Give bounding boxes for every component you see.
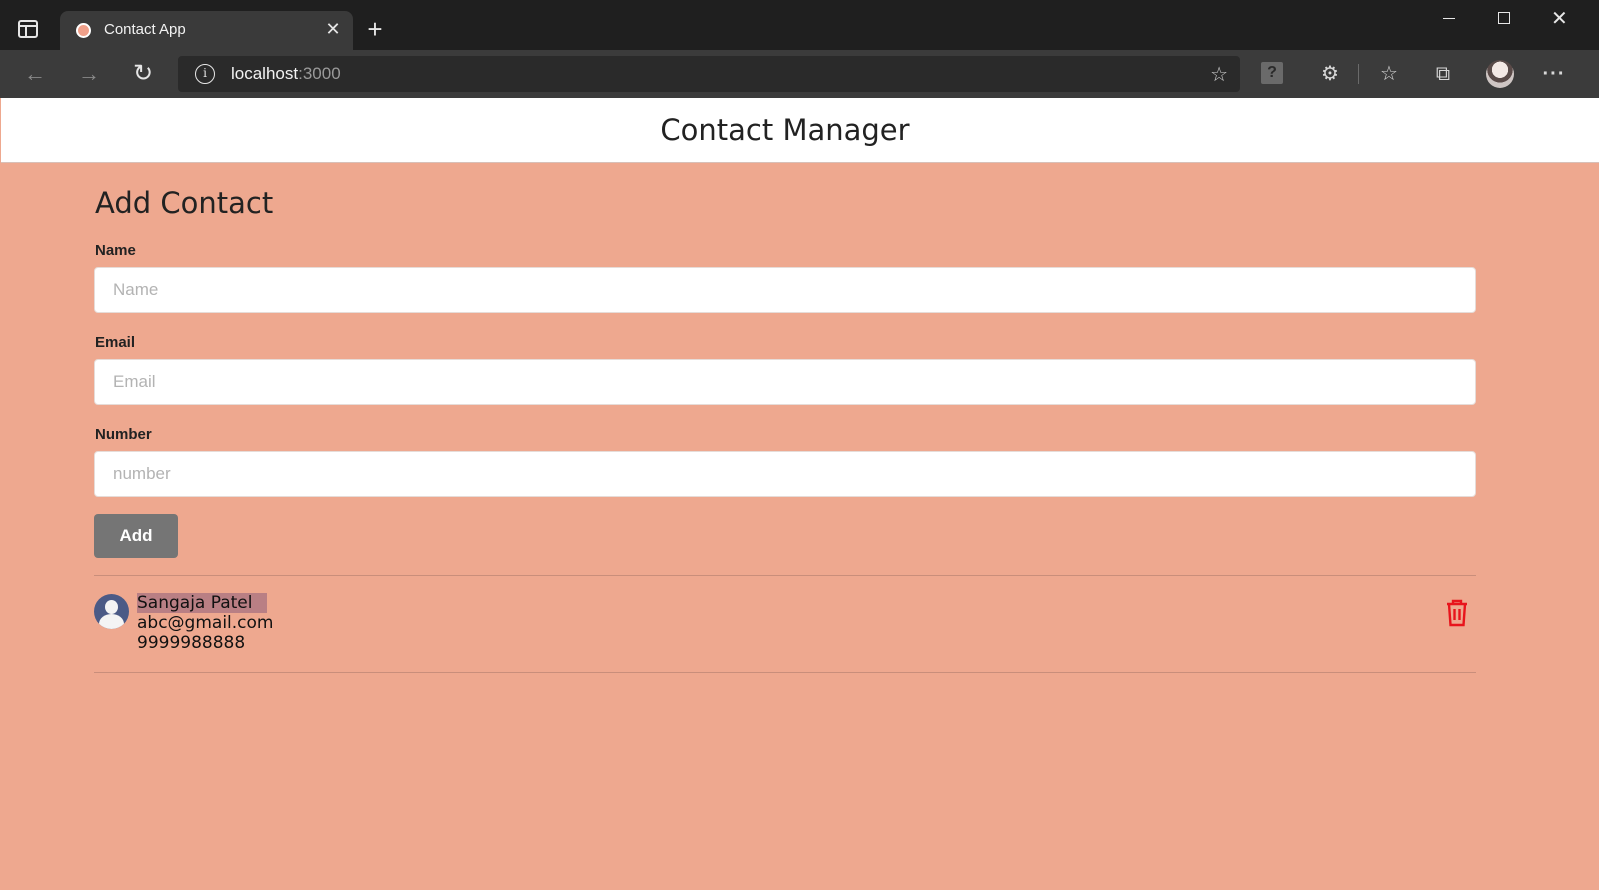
contact-email: abc@gmail.com	[137, 613, 274, 633]
window-close-icon[interactable]: ✕	[1551, 4, 1568, 34]
app-favicon-icon	[76, 23, 91, 38]
maximize-icon[interactable]	[1498, 12, 1510, 24]
minimize-icon[interactable]	[1443, 18, 1455, 19]
new-tab-icon[interactable]: +	[362, 14, 388, 44]
forward-icon[interactable]: →	[74, 59, 104, 89]
extensions-icon[interactable]: ⚙	[1316, 60, 1344, 88]
contact-avatar	[94, 594, 129, 629]
number-input[interactable]	[94, 451, 1476, 497]
number-label: Number	[95, 426, 152, 443]
browser-toolbar: ← → ↻ i localhost:3000 ☆	[0, 50, 1599, 98]
divider	[94, 672, 1476, 673]
contact-name: Sangaja Patel	[137, 593, 267, 613]
reload-icon[interactable]: ↻	[128, 59, 158, 89]
app-title: Contact Manager	[660, 113, 910, 147]
add-button[interactable]: Add	[94, 514, 178, 558]
toolbar-separator	[1358, 64, 1359, 84]
divider	[94, 575, 1476, 576]
browser-titlebar: Contact App ✕ + ✕	[0, 0, 1599, 50]
name-label: Name	[95, 242, 136, 259]
app-header: Contact Manager	[1, 98, 1599, 163]
tab-title: Contact App	[104, 21, 186, 38]
address-bar[interactable]: i localhost:3000 ☆	[178, 56, 1240, 92]
trash-icon[interactable]	[1444, 598, 1470, 628]
form-title: Add Contact	[95, 186, 274, 220]
back-icon[interactable]: ←	[20, 59, 50, 89]
url-host: localhost	[231, 64, 299, 83]
contact-number: 9999988888	[137, 633, 246, 653]
info-icon[interactable]: i	[195, 64, 215, 84]
add-favorite-icon[interactable]: ☆	[1210, 62, 1228, 87]
email-label: Email	[95, 334, 136, 351]
more-icon[interactable]: ···	[1540, 60, 1568, 88]
favorites-icon[interactable]: ☆	[1375, 60, 1403, 88]
browser-tab[interactable]: Contact App ✕	[60, 11, 353, 50]
avatar-body	[99, 614, 124, 629]
avatar-head	[105, 600, 118, 614]
url-text: localhost:3000	[231, 64, 341, 84]
profile-avatar[interactable]	[1486, 60, 1514, 88]
help-icon[interactable]: ?	[1261, 62, 1283, 84]
name-input[interactable]	[94, 267, 1476, 313]
email-input[interactable]	[94, 359, 1476, 405]
collections-icon[interactable]: ⧉	[1429, 60, 1457, 88]
url-port: :3000	[298, 64, 341, 83]
close-tab-icon[interactable]: ✕	[323, 19, 343, 39]
sidebar-icon[interactable]	[18, 20, 38, 38]
